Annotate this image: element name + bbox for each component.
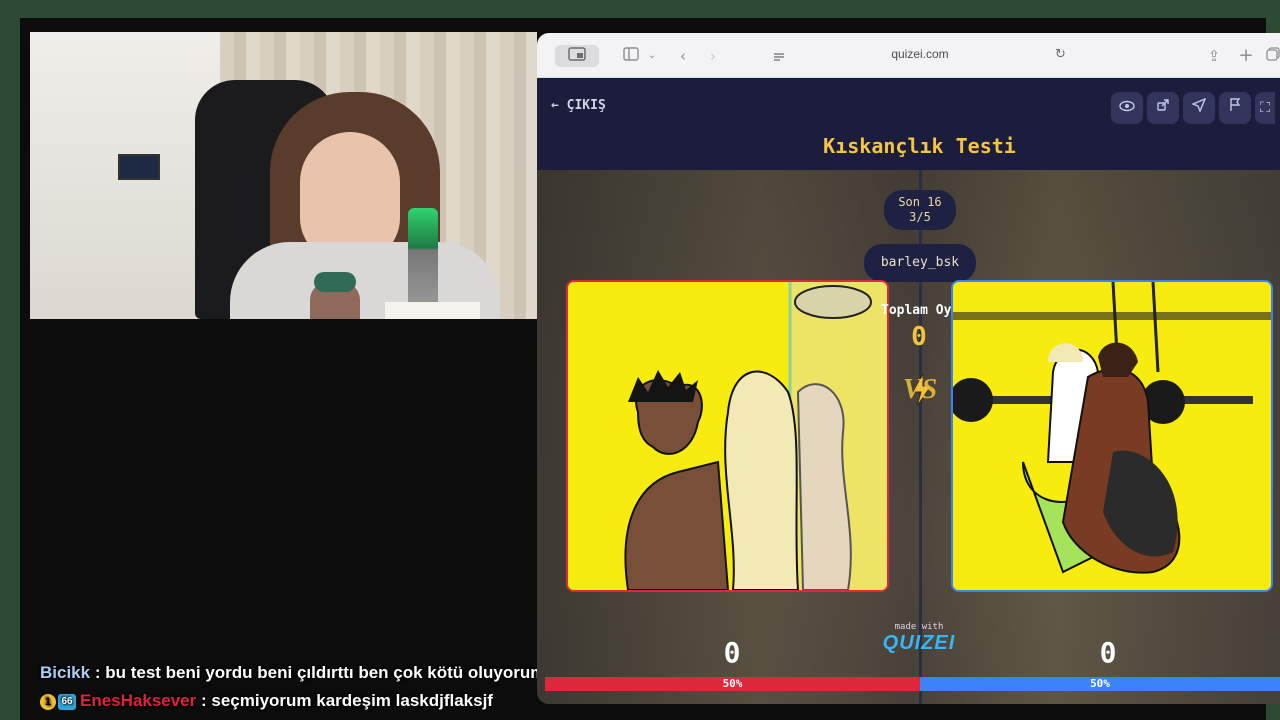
quiz-header: ← ÇIKIŞ ⛶ Kıskançlık Testi bbox=[537, 78, 1280, 170]
total-votes-label: Toplam Oy bbox=[881, 303, 952, 318]
right-percent-bar: 50% bbox=[920, 677, 1280, 691]
bolt-icon: VS bbox=[899, 372, 943, 408]
exit-button[interactable]: ← ÇIKIŞ bbox=[551, 98, 606, 113]
browser-window: ⌄ ‹ › quizei.com ↻ ⇪ + ← ÇIKIŞ ⛶ Kıskanç… bbox=[537, 33, 1280, 704]
browser-toolbar: ⌄ ‹ › quizei.com ↻ ⇪ + bbox=[537, 33, 1280, 78]
total-votes-value: 0 bbox=[911, 322, 927, 352]
left-score: 0 bbox=[723, 636, 741, 669]
tab-overview-icon bbox=[568, 47, 586, 61]
username-badge: barley_bsk bbox=[864, 244, 976, 282]
send-icon[interactable] bbox=[1183, 92, 1215, 124]
subscriber-badge-icon: 1 bbox=[40, 693, 56, 710]
webcam-box bbox=[385, 302, 480, 319]
chat-text: : seçmiyorum kardeşim laskdjflaksjf bbox=[201, 691, 493, 710]
url-text: quizei.com bbox=[891, 47, 949, 61]
option-card-left[interactable] bbox=[566, 280, 889, 592]
quizei-logo: QUIZEI bbox=[882, 632, 956, 654]
tab-overview-button[interactable] bbox=[555, 45, 599, 67]
right-score: 0 bbox=[1099, 636, 1117, 669]
arrow-left-icon: ← bbox=[551, 98, 559, 113]
reload-icon[interactable]: ↻ bbox=[1055, 47, 1066, 62]
made-with-text: made with bbox=[894, 622, 944, 632]
chat-message: Bicikk : bu test beni yordu beni çıldırt… bbox=[40, 660, 560, 688]
round-stage: Son 16 bbox=[898, 195, 942, 209]
sidebar-icon[interactable] bbox=[621, 45, 641, 67]
chat-username: Bicikk bbox=[40, 663, 91, 682]
chat-message: 1 66 EnesHaksever : seçmiyorum kardeşim la… bbox=[40, 688, 560, 716]
share-quiz-icon[interactable] bbox=[1147, 92, 1179, 124]
left-illustration bbox=[568, 282, 887, 590]
quiz-title: Kıskançlık Testi bbox=[823, 134, 1016, 158]
chat-text: : bu test beni yordu beni çıldırttı ben … bbox=[94, 663, 546, 682]
left-percent-bar: 50% bbox=[545, 677, 920, 691]
quiz-stage: Son 16 3/5 barley_bsk Toplam Oy 0 VS 0 0… bbox=[537, 170, 1280, 704]
eye-icon[interactable] bbox=[1111, 92, 1143, 124]
round-indicator: Son 16 3/5 bbox=[884, 190, 956, 230]
share-icon[interactable]: ⇪ bbox=[1205, 45, 1223, 67]
made-with-badge[interactable]: made with QUIZEI bbox=[879, 622, 959, 655]
header-actions: ⛶ bbox=[1111, 92, 1279, 124]
webcam-bottle-cap bbox=[314, 272, 356, 292]
chevron-down-icon[interactable]: ⌄ bbox=[645, 45, 659, 67]
chat-username: EnesHaksever bbox=[80, 691, 197, 710]
address-bar[interactable]: quizei.com ↻ bbox=[765, 43, 1075, 69]
vs-label: VS bbox=[903, 374, 938, 405]
webcam-microphone bbox=[408, 208, 438, 308]
round-progress: 3/5 bbox=[909, 210, 931, 224]
tabs-icon[interactable] bbox=[1265, 45, 1280, 67]
webcam-feed bbox=[30, 32, 537, 319]
chat-overlay: Bicikk : bu test beni yordu beni çıldırt… bbox=[40, 660, 560, 716]
forward-icon[interactable]: › bbox=[705, 45, 721, 67]
back-icon[interactable]: ‹ bbox=[675, 45, 691, 67]
fullscreen-icon[interactable]: ⛶ bbox=[1255, 92, 1275, 124]
webcam-monitor bbox=[118, 154, 160, 180]
right-illustration bbox=[953, 282, 1271, 590]
new-tab-icon[interactable]: + bbox=[1237, 45, 1255, 67]
flag-icon[interactable] bbox=[1219, 92, 1251, 124]
tier-badge-icon: 66 bbox=[58, 693, 76, 710]
option-card-right[interactable] bbox=[951, 280, 1273, 592]
exit-label: ÇIKIŞ bbox=[566, 98, 606, 113]
